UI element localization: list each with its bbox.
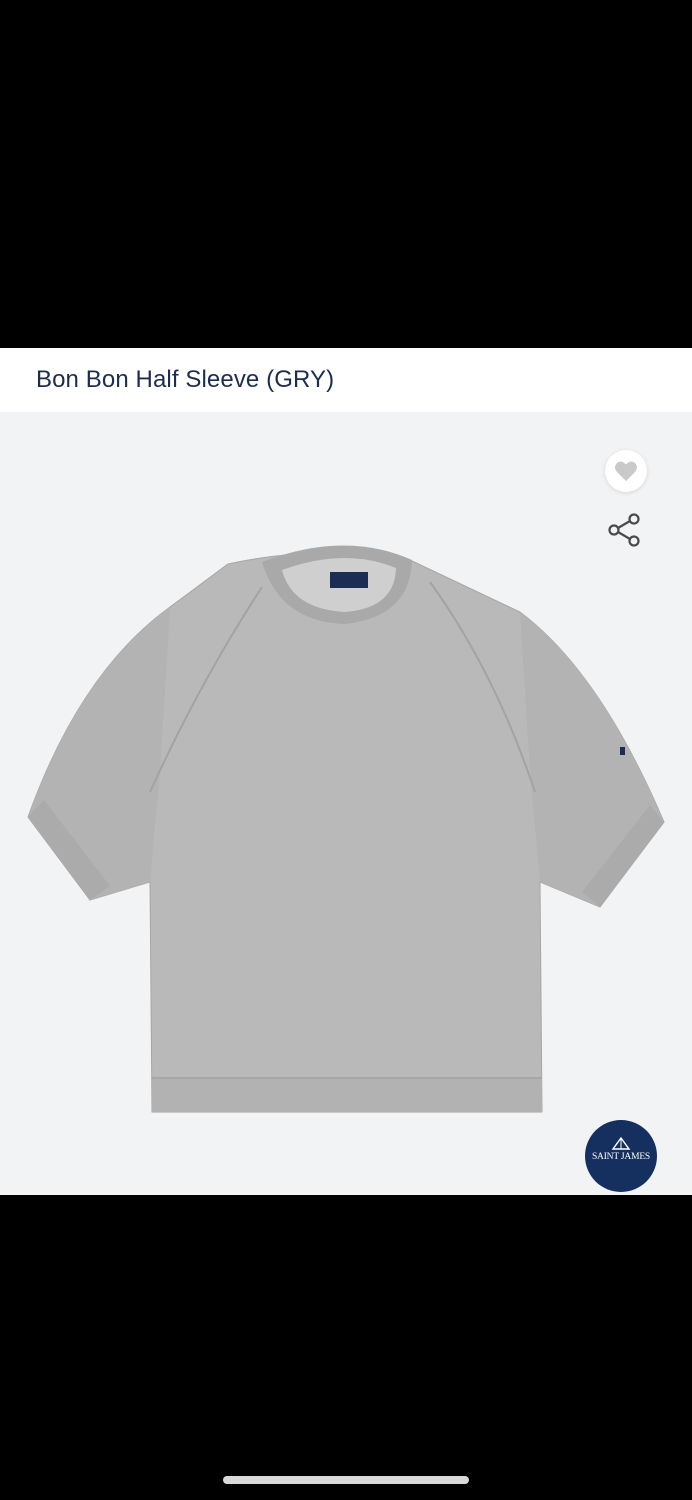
sweatshirt-image [27,545,665,1113]
screen: Bon Bon Half Sleeve (GRY) SAINT JAMES [0,0,692,1500]
brand-name-text: SAINT JAMES [591,1152,651,1162]
share-button[interactable] [605,510,645,550]
share-icon [608,513,640,547]
product-title-bar: Bon Bon Half Sleeve (GRY) [0,348,692,412]
home-indicator[interactable] [223,1476,469,1484]
product-image[interactable]: SAINT JAMES [0,412,692,1195]
product-title: Bon Bon Half Sleeve (GRY) [36,366,335,393]
boat-mark-icon [611,1137,631,1150]
heart-icon [615,461,637,481]
saint-james-logo: SAINT JAMES [585,1120,657,1192]
wishlist-button[interactable] [605,450,647,492]
